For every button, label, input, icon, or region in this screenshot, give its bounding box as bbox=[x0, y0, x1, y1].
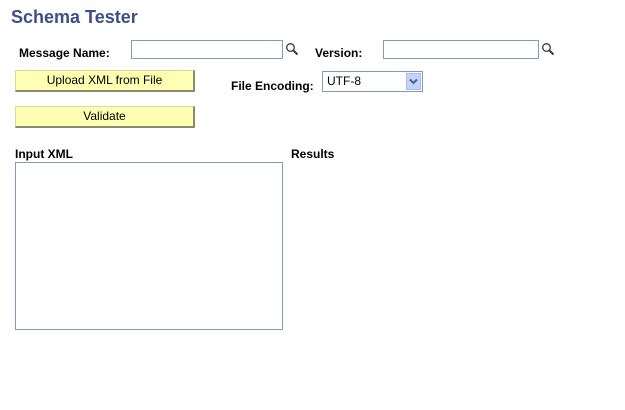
input-xml-label: Input XML bbox=[15, 147, 73, 161]
message-name-label: Message Name: bbox=[19, 46, 110, 60]
chevron-down-icon[interactable] bbox=[406, 73, 421, 90]
validate-button[interactable]: Validate bbox=[15, 106, 195, 128]
version-input[interactable] bbox=[383, 40, 539, 59]
page-title: Schema Tester bbox=[11, 7, 138, 27]
upload-xml-button[interactable]: Upload XML from File bbox=[15, 70, 195, 92]
file-encoding-select[interactable]: UTF-8 bbox=[322, 71, 423, 92]
file-encoding-value: UTF-8 bbox=[327, 74, 361, 88]
message-name-lookup-icon[interactable] bbox=[285, 42, 299, 56]
version-lookup-icon[interactable] bbox=[541, 42, 555, 56]
results-label: Results bbox=[291, 147, 335, 161]
input-xml-textarea[interactable] bbox=[15, 162, 283, 330]
file-encoding-label: File Encoding: bbox=[231, 79, 314, 93]
version-label: Version: bbox=[315, 46, 363, 60]
schema-tester-page: Schema Tester Message Name: Version: Upl… bbox=[0, 0, 625, 410]
message-name-input[interactable] bbox=[131, 40, 283, 59]
